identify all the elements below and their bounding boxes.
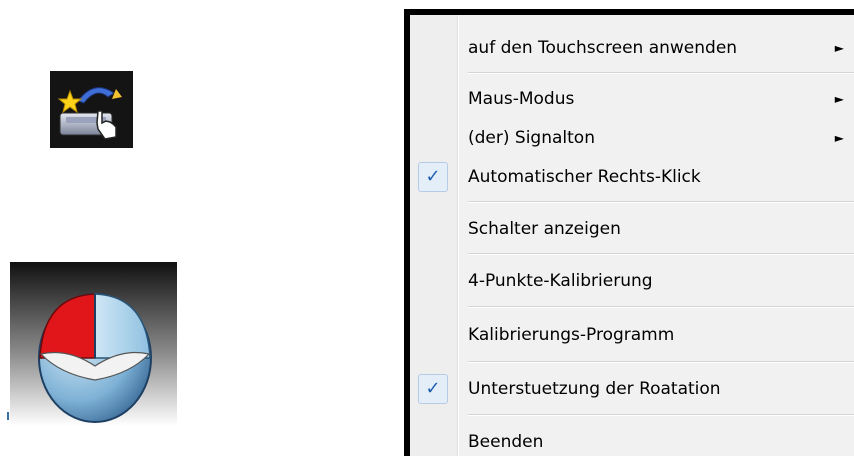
checkmark-icon: ✓ <box>418 162 448 192</box>
submenu-arrow-icon: ► <box>834 131 844 145</box>
menu-item-auto-right-click[interactable]: ✓ Automatischer Rechts-Klick <box>410 160 854 194</box>
menu-separator <box>468 361 854 363</box>
menu-item-apply-to-touchscreen[interactable]: auf den Touchscreen anwenden ► <box>410 31 854 65</box>
menu-item-label: (der) Signalton <box>468 128 595 148</box>
menu-separator <box>468 72 854 74</box>
menu-separator <box>468 253 854 255</box>
menu-item-mouse-mode[interactable]: Maus-Modus ► <box>410 82 854 116</box>
menu-separator <box>468 201 854 203</box>
menu-separator <box>468 414 854 416</box>
menu-item-show-switch[interactable]: Schalter anzeigen <box>410 212 854 246</box>
mouse-icon[interactable] <box>10 262 177 426</box>
submenu-arrow-icon: ► <box>834 41 844 55</box>
tiny-mark <box>7 412 9 420</box>
menu-item-label: auf den Touchscreen anwenden <box>468 38 738 58</box>
menu-item-rotation-support[interactable]: ✓ Unterstuetzung der Roatation <box>410 372 854 406</box>
menu-item-label: Automatischer Rechts-Klick <box>468 167 701 187</box>
menu-item-label: Kalibrierungs-Programm <box>468 325 675 345</box>
submenu-arrow-icon: ► <box>834 92 844 106</box>
menu-item-label: Unterstuetzung der Roatation <box>468 379 721 399</box>
menu-item-label: 4-Punkte-Kalibrierung <box>468 271 653 291</box>
menu-item-4-point-calibration[interactable]: 4-Punkte-Kalibrierung <box>410 264 854 298</box>
touch-settings-icon[interactable] <box>50 71 133 148</box>
menu-item-signal-tone[interactable]: (der) Signalton ► <box>410 121 854 155</box>
menu-item-exit[interactable]: Beenden <box>410 425 854 456</box>
menu-separator <box>468 306 854 308</box>
menu-item-label: Maus-Modus <box>468 89 575 109</box>
menu-item-calibration-program[interactable]: Kalibrierungs-Programm <box>410 318 854 352</box>
checkmark-icon: ✓ <box>418 374 448 404</box>
menu-item-label: Beenden <box>468 432 544 452</box>
menu-item-label: Schalter anzeigen <box>468 219 621 239</box>
context-menu: auf den Touchscreen anwenden ► Maus-Modu… <box>404 9 854 456</box>
